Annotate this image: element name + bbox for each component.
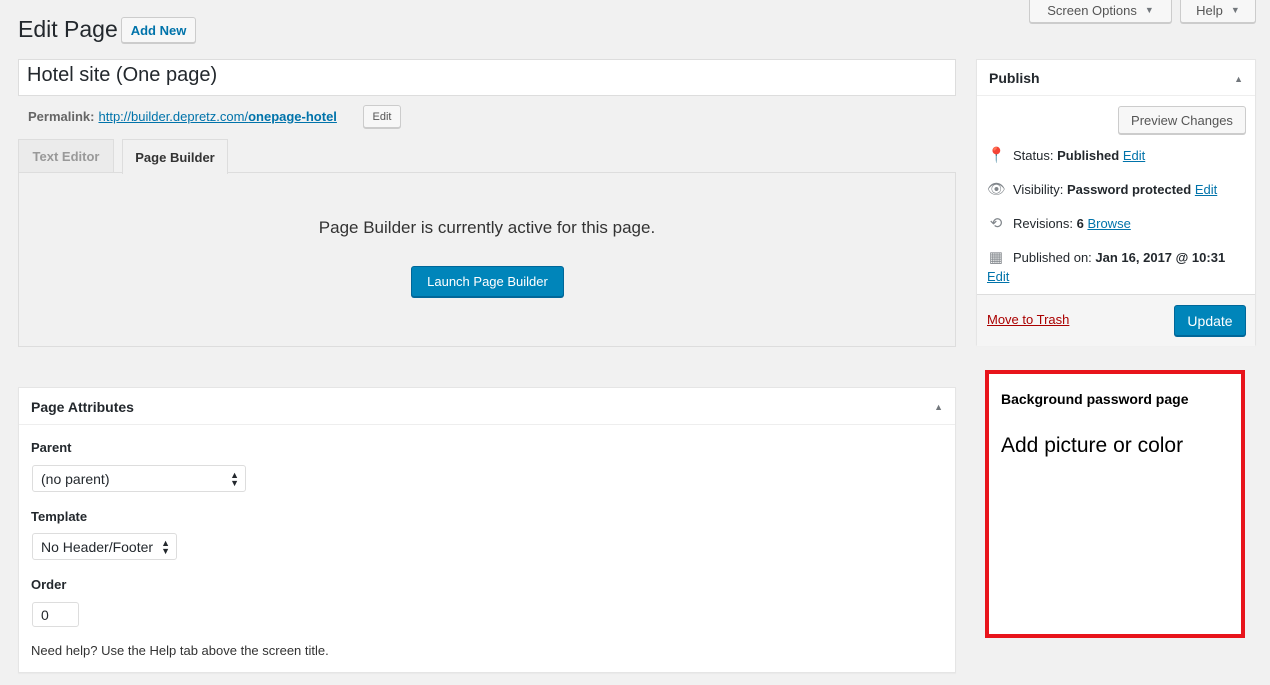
annotation-text: Add picture or color bbox=[1001, 434, 1184, 457]
publish-box: Publish ▲ Preview Changes 📍 Status: Publi… bbox=[976, 59, 1256, 346]
pin-icon: 📍 bbox=[987, 147, 1006, 164]
tab-page-builder[interactable]: Page Builder bbox=[122, 139, 228, 174]
page-builder-panel: Page Builder is currently active for thi… bbox=[18, 172, 956, 347]
visibility: Visibility: Password protected Edit bbox=[1013, 181, 1218, 197]
page-attributes-box: Page Attributes ▲ Parent (no parent) ▲ ▼ T… bbox=[18, 387, 956, 673]
collapse-toggle-icon[interactable]: ▲ bbox=[1234, 74, 1243, 84]
annotation-title: Background password page bbox=[1001, 391, 1189, 407]
permalink-link[interactable]: http://builder.depretz.com/onepage-hotel bbox=[98, 109, 336, 124]
publish-title: Publish bbox=[989, 70, 1040, 86]
screen-options-label: Screen Options bbox=[1047, 2, 1137, 18]
page-attributes-title: Page Attributes bbox=[31, 399, 134, 415]
visibility-edit-link[interactable]: Edit bbox=[1195, 182, 1217, 197]
tab-text-editor[interactable]: Text Editor bbox=[18, 139, 114, 173]
permalink-edit-button[interactable]: Edit bbox=[363, 105, 401, 128]
published-date-edit-link[interactable]: Edit bbox=[987, 269, 1009, 284]
annotation-box: Background password page Add picture or … bbox=[985, 370, 1245, 638]
caret-down-icon: ▼ bbox=[1230, 5, 1240, 15]
permalink: Permalink: http://builder.depretz.com/on… bbox=[28, 109, 337, 124]
status: Status: Published Edit bbox=[1013, 147, 1146, 163]
screen-options-button[interactable]: Screen Options ▼ bbox=[1029, 0, 1172, 23]
parent-label: Parent bbox=[31, 440, 72, 455]
template-label: Template bbox=[31, 509, 88, 524]
help-text: Need help? Use the Help tab above the sc… bbox=[31, 643, 329, 658]
parent-select[interactable]: (no parent) ▲ ▼ bbox=[32, 465, 246, 492]
calendar-icon: ▦ bbox=[988, 249, 1004, 266]
permalink-label: Permalink: bbox=[28, 109, 95, 124]
help-label: Help bbox=[1196, 2, 1223, 18]
published-on: Published on: Jan 16, 2017 @ 10:31 bbox=[1013, 250, 1226, 265]
launch-page-builder-button[interactable]: Launch Page Builder bbox=[411, 266, 564, 297]
update-button[interactable]: Update bbox=[1174, 305, 1246, 336]
browse-revisions-link[interactable]: Browse bbox=[1087, 216, 1130, 231]
help-button[interactable]: Help ▼ bbox=[1180, 0, 1256, 23]
caret-down-icon: ▼ bbox=[1144, 5, 1154, 15]
template-select[interactable]: No Header/Footer ▲ ▼ bbox=[32, 533, 177, 560]
add-new-button[interactable]: Add New bbox=[121, 17, 196, 43]
order-input[interactable]: 0 bbox=[32, 602, 79, 627]
revisions: Revisions: 6 Browse bbox=[1013, 215, 1131, 231]
title-input[interactable]: Hotel site (One page) bbox=[18, 59, 956, 96]
history-icon: ⟲ bbox=[989, 215, 1003, 232]
preview-changes-button[interactable]: Preview Changes bbox=[1118, 106, 1246, 134]
status-edit-link[interactable]: Edit bbox=[1123, 148, 1145, 163]
builder-message: Page Builder is currently active for thi… bbox=[318, 218, 656, 237]
eye-icon: 👁 bbox=[987, 181, 1007, 198]
collapse-toggle-icon[interactable]: ▲ bbox=[934, 402, 943, 412]
order-label: Order bbox=[31, 577, 67, 592]
page-title: Edit Page bbox=[18, 16, 118, 42]
move-to-trash-link[interactable]: Move to Trash bbox=[987, 312, 1069, 327]
